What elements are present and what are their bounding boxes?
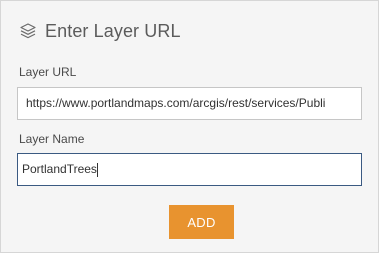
text-cursor bbox=[96, 162, 98, 177]
panel-header: Enter Layer URL bbox=[19, 16, 181, 46]
add-button[interactable]: ADD bbox=[169, 205, 234, 239]
layer-name-label: Layer Name bbox=[19, 132, 85, 146]
layers-icon bbox=[19, 22, 37, 40]
layer-url-input[interactable]: https://www.portlandmaps.com/arcgis/rest… bbox=[17, 87, 362, 120]
add-layer-panel: Enter Layer URL Layer URL https://www.po… bbox=[0, 0, 379, 253]
layer-name-value: PortlandTrees bbox=[22, 162, 97, 176]
layer-url-label: Layer URL bbox=[19, 65, 77, 79]
layer-name-input[interactable]: PortlandTrees bbox=[17, 153, 362, 186]
layer-url-value: https://www.portlandmaps.com/arcgis/rest… bbox=[26, 96, 326, 110]
panel-title: Enter Layer URL bbox=[45, 20, 181, 41]
